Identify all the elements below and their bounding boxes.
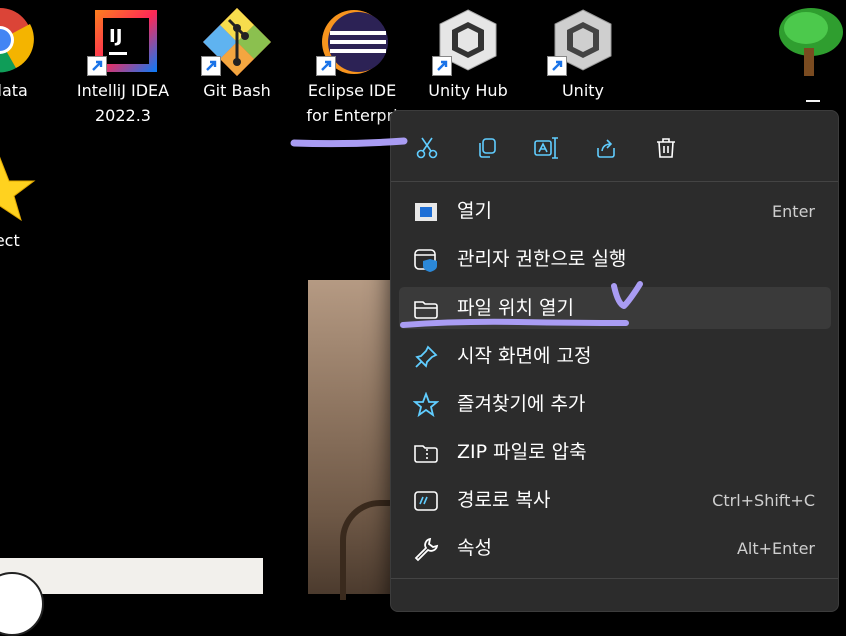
- chrome-icon: [0, 4, 36, 76]
- desktop-icon-label: Unity: [561, 81, 605, 100]
- unity-hub-icon: [432, 4, 504, 76]
- menu-item-label: 시작 화면에 고정: [457, 345, 592, 367]
- tree-icon[interactable]: [776, 4, 846, 76]
- menu-item-label: 관리자 권한으로 실행: [457, 248, 627, 270]
- menu-item-shortcut: Ctrl+Shift+C: [712, 491, 815, 510]
- shortcut-arrow-icon: [432, 56, 452, 76]
- desktop-icon-eclipse[interactable]: Eclipse IDE for Enterpri: [304, 0, 400, 128]
- desktop-icon-project[interactable]: bject: [0, 150, 48, 253]
- intellij-icon: IJ: [87, 4, 159, 76]
- star-folder-icon: [0, 154, 36, 226]
- menu-item-shortcut: Enter: [772, 202, 815, 221]
- wrench-icon: [413, 536, 439, 562]
- menu-item-add-favorites[interactable]: 즐겨찾기에 추가: [399, 383, 831, 425]
- menu-item-label: 즐겨찾기에 추가: [457, 393, 586, 415]
- menu-item-pin-to-start[interactable]: 시작 화면에 고정: [399, 335, 831, 377]
- menu-item-label: ZIP 파일로 압축: [457, 441, 587, 463]
- menu-item-open-file-location[interactable]: 파일 위치 열기: [399, 287, 831, 329]
- desktop-icon-label: Git Bash: [203, 81, 271, 100]
- shortcut-arrow-icon: [201, 56, 221, 76]
- shortcut-arrow-icon: [87, 56, 107, 76]
- menu-item-label: 경로로 복사: [457, 489, 551, 511]
- shortcut-arrow-icon: [316, 56, 336, 76]
- zip-folder-icon: [413, 440, 439, 466]
- desktop-icon-unity-hub[interactable]: Unity Hub: [420, 0, 516, 103]
- share-icon: [597, 139, 615, 158]
- git-bash-icon: [201, 4, 273, 76]
- eclipse-icon: [316, 4, 388, 76]
- context-menu: 열기 Enter 관리자 권한으로 실행 파일 위치 열기 시작 화면에 고정 …: [390, 110, 839, 612]
- desktop-icon-label: Eclipse IDE for Enterpri: [306, 81, 398, 125]
- copy-icon: [479, 138, 496, 158]
- desktop-icon-uxdata[interactable]: uxdata: [0, 0, 48, 103]
- desktop-icon-gitbash[interactable]: Git Bash: [189, 0, 285, 103]
- desktop-icon-intellij[interactable]: IJ IntelliJ IDEA 2022.3: [75, 0, 171, 128]
- cut-icon: [416, 137, 438, 159]
- star-icon: [412, 391, 440, 418]
- rename-icon: [534, 137, 558, 159]
- menu-item-label: 속성: [457, 537, 492, 559]
- desktop-icon-label: bject: [0, 231, 20, 250]
- menu-item-open[interactable]: 열기 Enter: [399, 190, 831, 232]
- folder-icon: [413, 296, 439, 322]
- share-button[interactable]: [589, 131, 623, 165]
- desktop-icon-label: IntelliJ IDEA 2022.3: [76, 81, 170, 125]
- pin-icon: [413, 344, 439, 370]
- menu-item-copy-path[interactable]: 경로로 복사 Ctrl+Shift+C: [399, 479, 831, 521]
- cursor-mark: [806, 100, 820, 102]
- copy-path-icon: [413, 488, 439, 514]
- menu-item-shortcut: Alt+Enter: [736, 539, 815, 558]
- menu-item-run-as-admin[interactable]: 관리자 권한으로 실행: [399, 238, 831, 280]
- admin-shield-icon: [413, 247, 439, 273]
- menu-item-label: 파일 위치 열기: [457, 297, 574, 319]
- context-toolbar: [391, 111, 838, 182]
- svg-text:IJ: IJ: [109, 26, 122, 47]
- shortcut-arrow-icon: [547, 56, 567, 76]
- desktop-icon-unity[interactable]: Unity: [535, 0, 631, 103]
- desktop-icon-label: uxdata: [0, 81, 28, 100]
- menu-item-compress-zip[interactable]: ZIP 파일로 압축: [399, 431, 831, 473]
- cut-button[interactable]: [410, 131, 444, 165]
- menu-separator: [391, 578, 838, 579]
- desktop-icon-label: Unity Hub: [428, 81, 508, 100]
- delete-button[interactable]: [649, 131, 683, 165]
- open-window-icon: [413, 199, 439, 225]
- menu-item-label: 열기: [457, 200, 492, 222]
- trash-icon: [657, 138, 675, 158]
- rename-button[interactable]: [529, 131, 563, 165]
- menu-item-properties[interactable]: 속성 Alt+Enter: [399, 527, 831, 569]
- copy-button[interactable]: [470, 131, 504, 165]
- unity-icon: [547, 4, 619, 76]
